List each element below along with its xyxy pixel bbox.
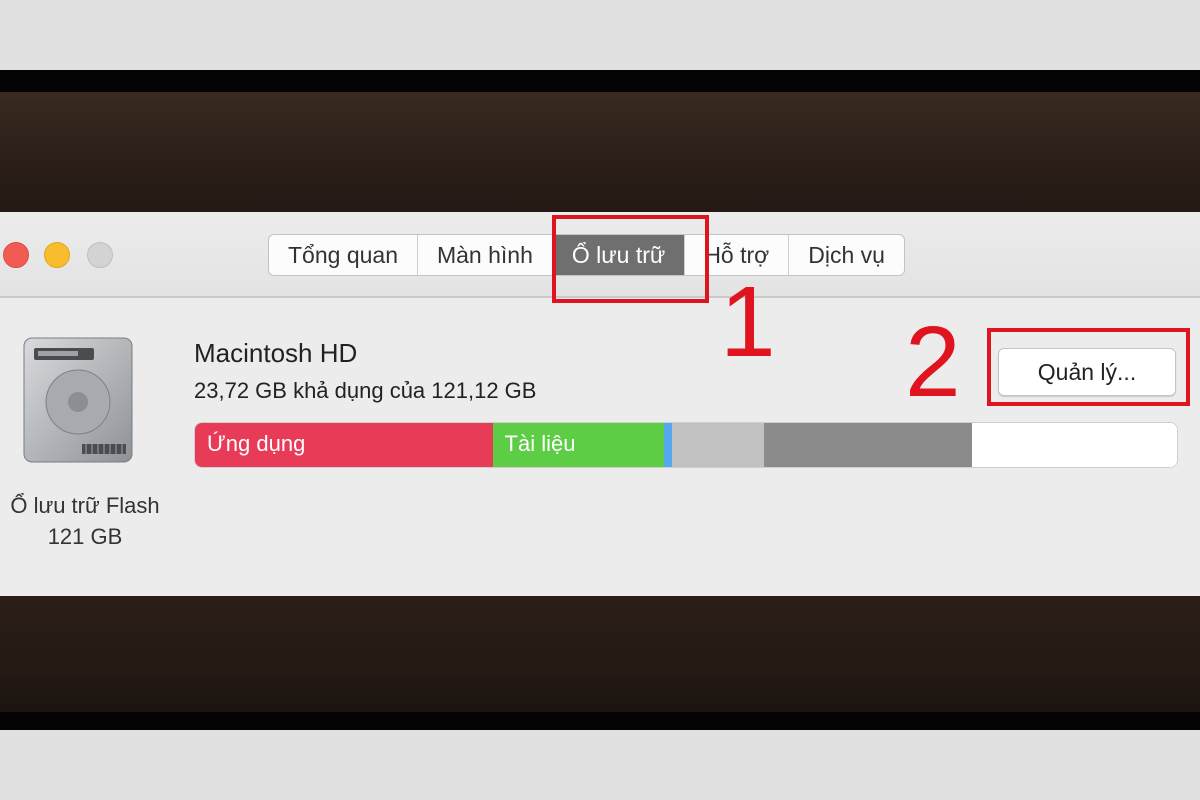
storage-segment: Tài liệu bbox=[492, 423, 665, 467]
storage-segment bbox=[764, 423, 973, 467]
tab-overview[interactable]: Tổng quan bbox=[269, 235, 418, 275]
disk-label-size: 121 GB bbox=[47, 524, 123, 549]
desktop-wallpaper bbox=[0, 92, 1200, 212]
disk-label: Ổ lưu trữ Flash 121 GB bbox=[0, 490, 170, 552]
step-number-2: 2 bbox=[905, 306, 961, 418]
window-titlebar: Tổng quan Màn hình Ổ lưu trữ Hỗ trợ Dịch… bbox=[0, 212, 1200, 298]
hard-drive-icon bbox=[23, 337, 133, 463]
disk-label-type: Ổ lưu trữ Flash bbox=[10, 493, 160, 518]
desktop-wallpaper-bottom bbox=[0, 596, 1200, 712]
storage-segment bbox=[664, 423, 672, 467]
step-number-1: 1 bbox=[720, 266, 776, 378]
disk-available-text: 23,72 GB khả dụng của 121,12 GB bbox=[194, 378, 537, 403]
storage-usage-bar: Ứng dụng Tài liệu bbox=[194, 422, 1178, 468]
storage-segment bbox=[972, 423, 1177, 467]
minimize-button[interactable] bbox=[44, 242, 70, 268]
zoom-button[interactable] bbox=[87, 242, 113, 268]
storage-segment: Ứng dụng bbox=[195, 423, 493, 467]
manage-button[interactable]: Quản lý... bbox=[998, 348, 1176, 396]
tab-storage[interactable]: Ổ lưu trữ bbox=[552, 235, 686, 275]
storage-segment bbox=[671, 423, 765, 467]
close-button[interactable] bbox=[3, 242, 29, 268]
disk-name: Macintosh HD bbox=[194, 338, 358, 368]
tab-bar: Tổng quan Màn hình Ổ lưu trữ Hỗ trợ Dịch… bbox=[268, 234, 905, 276]
about-this-mac-window: Tổng quan Màn hình Ổ lưu trữ Hỗ trợ Dịch… bbox=[0, 212, 1200, 596]
tab-displays[interactable]: Màn hình bbox=[418, 235, 553, 275]
tab-service[interactable]: Dịch vụ bbox=[789, 235, 904, 275]
